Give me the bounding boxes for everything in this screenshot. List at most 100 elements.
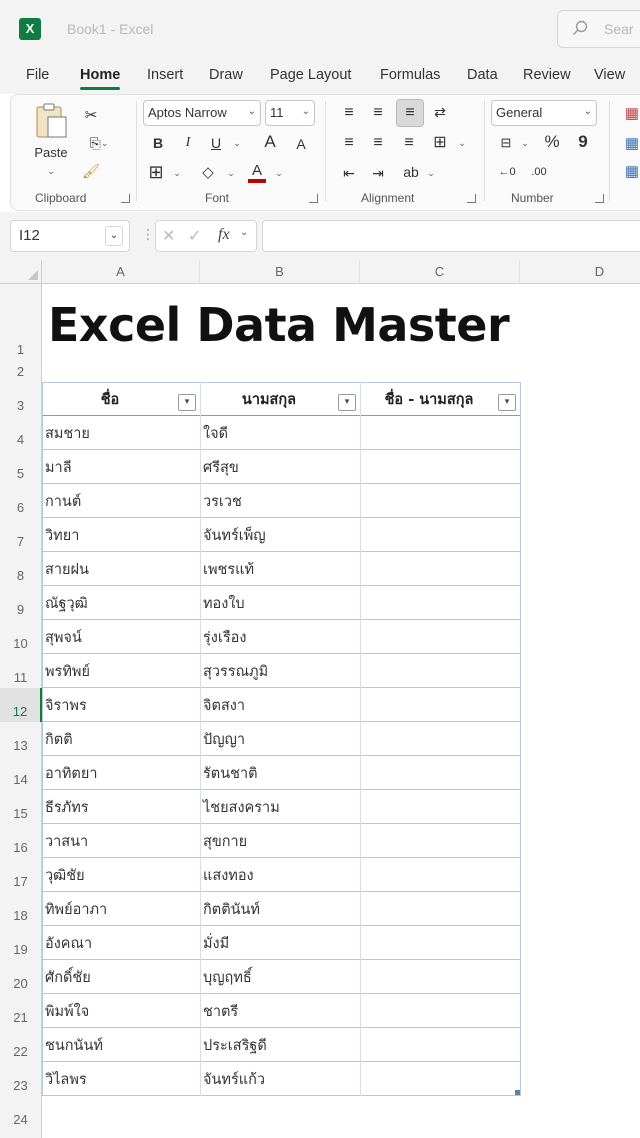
excel-logo-icon[interactable]: X xyxy=(19,18,45,40)
sheet-title[interactable]: Excel Data Master xyxy=(48,298,510,352)
last-name-cell[interactable]: เพชรแท้ xyxy=(200,558,360,581)
italic-button[interactable]: I xyxy=(179,133,197,153)
filter-dropdown-icon[interactable]: ▾ xyxy=(178,394,196,411)
underline-dropdown-chevron-icon[interactable]: ⌄ xyxy=(231,137,243,149)
row-header-11[interactable]: 11 xyxy=(0,654,42,688)
increase-decimal-icon[interactable]: ←0 xyxy=(495,161,519,183)
paste-button[interactable]: Paste xyxy=(33,143,69,161)
last-name-cell[interactable]: แสงทอง xyxy=(200,864,360,887)
last-name-cell[interactable]: ศรีสุข xyxy=(200,456,360,479)
first-name-cell[interactable]: จิราพร xyxy=(42,694,200,717)
tab-home[interactable]: Home xyxy=(80,67,121,90)
table-header-cell[interactable]: ชื่อ xyxy=(42,388,178,411)
row-header-23[interactable]: 23 xyxy=(0,1062,42,1096)
tab-page-layout[interactable]: Page Layout xyxy=(270,67,351,83)
filter-dropdown-icon[interactable]: ▾ xyxy=(498,394,516,411)
first-name-cell[interactable]: วิไลพร xyxy=(42,1068,200,1091)
more-options-icon[interactable]: ⋮ xyxy=(141,227,155,243)
tab-insert[interactable]: Insert xyxy=(147,67,183,83)
borders-icon[interactable]: ⊞ xyxy=(145,161,167,183)
first-name-cell[interactable]: ณัฐวุฒิ xyxy=(42,592,200,615)
wrap-text-icon[interactable]: ⇄ xyxy=(429,101,451,123)
last-name-cell[interactable]: ปัญญา xyxy=(200,728,360,751)
first-name-cell[interactable]: สมชาย xyxy=(42,422,200,445)
orientation-icon[interactable]: ab xyxy=(399,161,423,183)
last-name-cell[interactable]: ใจดี xyxy=(200,422,360,445)
last-name-cell[interactable]: ชาตรี xyxy=(200,1000,360,1023)
first-name-cell[interactable]: อังคณา xyxy=(42,932,200,955)
row-header-24[interactable]: 24 xyxy=(0,1096,42,1130)
number-format-combo[interactable]: General ⌄ xyxy=(491,100,597,126)
row-header-1[interactable]: 1 xyxy=(0,284,42,360)
chevron-down-icon[interactable]: ⌄ xyxy=(105,226,123,246)
row-header-5[interactable]: 5 xyxy=(0,450,42,484)
row-header-13[interactable]: 13 xyxy=(0,722,42,756)
first-name-cell[interactable]: ชนกนันท์ xyxy=(42,1034,200,1057)
align-top-icon[interactable]: ≡ xyxy=(339,103,359,123)
last-name-cell[interactable]: วรเวช xyxy=(200,490,360,513)
row-header-10[interactable]: 10 xyxy=(0,620,42,654)
first-name-cell[interactable]: ธีรภัทร xyxy=(42,796,200,819)
last-name-cell[interactable]: บุญฤทธิ์ xyxy=(200,966,360,989)
filter-dropdown-icon[interactable]: ▾ xyxy=(338,394,356,411)
first-name-cell[interactable]: สุพจน์ xyxy=(42,626,200,649)
comma-style-button[interactable]: 9 xyxy=(573,131,593,153)
name-box[interactable]: I12 ⌄ xyxy=(10,220,130,252)
paste-icon[interactable] xyxy=(33,103,69,139)
row-header-7[interactable]: 7 xyxy=(0,518,42,552)
row-header-20[interactable]: 20 xyxy=(0,960,42,994)
last-name-cell[interactable]: มั่งมี xyxy=(200,932,360,955)
align-center-icon[interactable]: ≡ xyxy=(368,133,388,153)
align-right-icon[interactable]: ≡ xyxy=(399,133,419,153)
font-size-combo[interactable]: 11 ⌄ xyxy=(265,100,315,126)
last-name-cell[interactable]: รัตนชาติ xyxy=(200,762,360,785)
tab-draw[interactable]: Draw xyxy=(209,67,243,83)
paste-dropdown-chevron-icon[interactable]: ⌄ xyxy=(45,165,57,177)
last-name-cell[interactable]: สุขกาย xyxy=(200,830,360,853)
last-name-cell[interactable]: จิตสงา xyxy=(200,694,360,717)
font-color-dropdown-chevron-icon[interactable]: ⌄ xyxy=(273,167,285,179)
last-name-cell[interactable]: สุวรรณภูมิ xyxy=(200,660,360,683)
number-launcher-icon[interactable] xyxy=(595,194,604,203)
column-header-c[interactable]: C xyxy=(360,260,520,284)
row-header-19[interactable]: 19 xyxy=(0,926,42,960)
clipboard-launcher-icon[interactable] xyxy=(121,194,130,203)
orientation-dropdown-chevron-icon[interactable]: ⌄ xyxy=(425,167,437,179)
fill-dropdown-chevron-icon[interactable]: ⌄ xyxy=(225,167,237,179)
first-name-cell[interactable]: วาสนา xyxy=(42,830,200,853)
decrease-decimal-icon[interactable]: .00 xyxy=(527,161,551,183)
align-middle-icon[interactable]: ≡ xyxy=(368,103,388,123)
fill-color-icon[interactable]: ◇ xyxy=(197,161,219,183)
tab-formulas[interactable]: Formulas xyxy=(380,67,440,83)
column-header-b[interactable]: B xyxy=(200,260,360,284)
row-header-12[interactable]: 12 xyxy=(0,688,42,722)
merge-dropdown-chevron-icon[interactable]: ⌄ xyxy=(456,137,468,149)
last-name-cell[interactable]: ทองใบ xyxy=(200,592,360,615)
font-color-button[interactable]: A xyxy=(247,159,267,185)
column-header-a[interactable]: A xyxy=(42,260,200,284)
conditional-formatting-icon[interactable]: ▦ xyxy=(621,103,640,123)
first-name-cell[interactable]: อาทิตยา xyxy=(42,762,200,785)
increase-font-button[interactable]: A xyxy=(259,131,281,153)
underline-button[interactable]: U xyxy=(207,133,225,153)
align-bottom-icon[interactable]: ≡ xyxy=(396,99,424,127)
row-header-15[interactable]: 15 xyxy=(0,790,42,824)
tab-view[interactable]: View xyxy=(594,67,625,83)
align-left-icon[interactable]: ≡ xyxy=(339,133,359,153)
cancel-icon[interactable]: ✕ xyxy=(162,226,175,245)
first-name-cell[interactable]: ศักดิ์ชัย xyxy=(42,966,200,989)
row-header-8[interactable]: 8 xyxy=(0,552,42,586)
accounting-format-icon[interactable]: ⊟ xyxy=(495,133,517,153)
row-header-21[interactable]: 21 xyxy=(0,994,42,1028)
last-name-cell[interactable]: ไชยสงคราม xyxy=(200,796,360,819)
column-header-d[interactable]: D xyxy=(520,260,640,284)
first-name-cell[interactable]: พิมพ์ใจ xyxy=(42,1000,200,1023)
first-name-cell[interactable]: กานต์ xyxy=(42,490,200,513)
row-header-18[interactable]: 18 xyxy=(0,892,42,926)
format-painter-icon[interactable]: 🖌 xyxy=(81,161,101,181)
cell-styles-icon[interactable]: ▦ xyxy=(621,161,640,181)
first-name-cell[interactable]: กิตติ xyxy=(42,728,200,751)
last-name-cell[interactable]: ประเสริฐดี xyxy=(200,1034,360,1057)
alignment-launcher-icon[interactable] xyxy=(467,194,476,203)
row-header-22[interactable]: 22 xyxy=(0,1028,42,1062)
